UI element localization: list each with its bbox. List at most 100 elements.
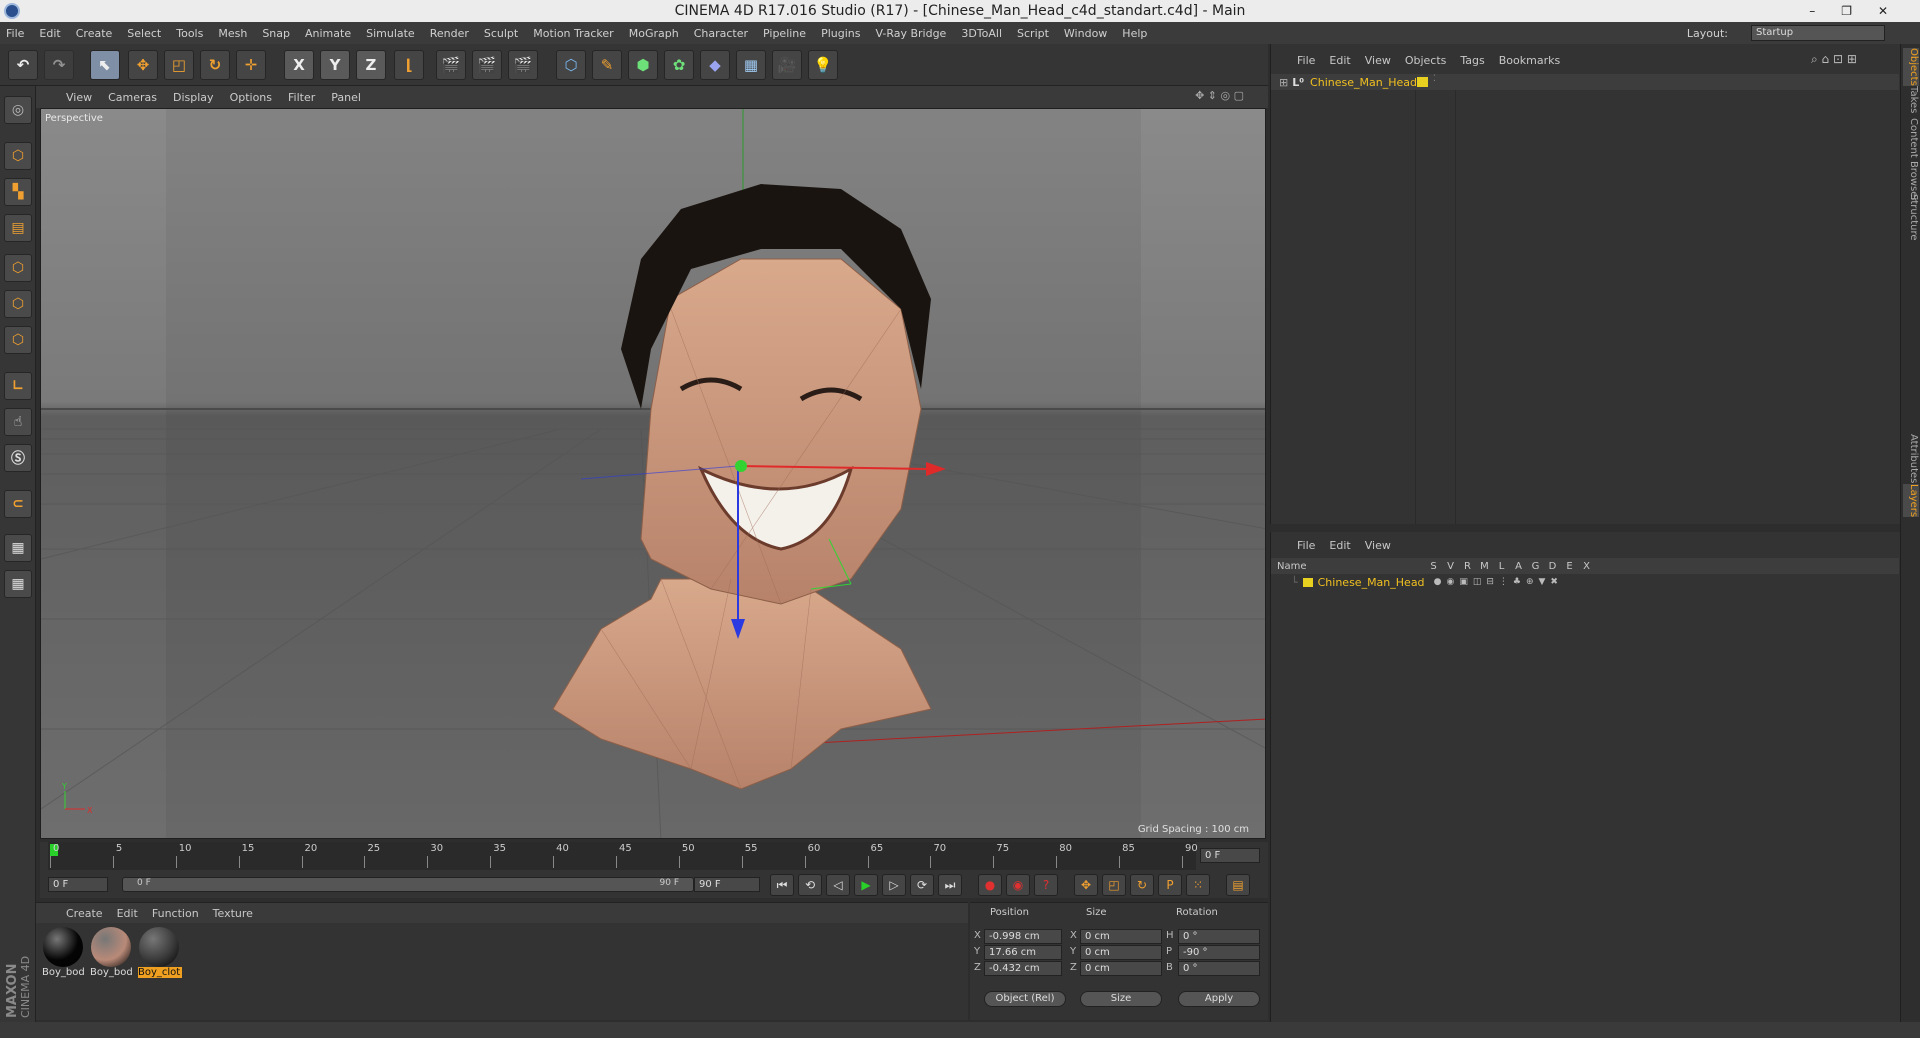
position-z-field[interactable]: -0.432 cm — [984, 961, 1062, 976]
make-editable-icon[interactable]: ◎ — [4, 96, 32, 124]
subdivision-surface-icon[interactable]: ⬢ — [628, 50, 658, 80]
pen-spline-icon[interactable]: ✎ — [592, 50, 622, 80]
layer-menu-file[interactable]: File — [1297, 539, 1315, 552]
tweak-mode-icon[interactable]: ☝ — [4, 408, 32, 436]
layer-row[interactable]: └ Chinese_Man_Head ●◉▣◫⊟⋮♣⊕▼✖ — [1271, 574, 1899, 590]
workplane-mode-icon[interactable]: ▤ — [4, 214, 32, 242]
material-menu-create[interactable]: Create — [66, 907, 103, 920]
object-menu-objects[interactable]: Objects — [1405, 54, 1447, 67]
object-row[interactable]: ⊞ L⁰ Chinese_Man_Head ⁚ — [1271, 74, 1899, 90]
timeline-window-icon[interactable]: ▤ — [1226, 874, 1250, 896]
undo-icon[interactable]: ↶ — [8, 50, 38, 80]
side-tab-content-browser[interactable]: Content Browser — [1903, 118, 1919, 201]
expand-icon[interactable]: ⊞ — [1279, 76, 1288, 89]
layout-dropdown[interactable]: Startup — [1751, 25, 1885, 41]
scale-tool-icon[interactable]: ◰ — [164, 50, 194, 80]
render-view-icon[interactable]: 🎬 — [436, 50, 466, 80]
coordinate-system-icon[interactable]: ⌊ — [394, 50, 424, 80]
object-menu-file[interactable]: File — [1297, 54, 1315, 67]
layer-column-a[interactable]: A — [1510, 561, 1527, 572]
object-menu-view[interactable]: View — [1365, 54, 1391, 67]
rotation-h-field[interactable]: 0 ° — [1178, 929, 1260, 944]
layer-flags[interactable]: ●◉▣◫⊟⋮♣⊕▼✖ — [1434, 577, 1563, 587]
layer-column-m[interactable]: M — [1476, 561, 1493, 572]
layer-column-g[interactable]: G — [1527, 561, 1544, 572]
viewport-menu-display[interactable]: Display — [173, 91, 214, 104]
camera-icon[interactable]: 🎥 — [772, 50, 802, 80]
menu-plugins[interactable]: Plugins — [821, 27, 860, 40]
record-icon[interactable]: ● — [978, 874, 1002, 896]
size-x-field[interactable]: 0 cm — [1080, 929, 1162, 944]
layer-column-v[interactable]: V — [1442, 561, 1459, 572]
menu-pipeline[interactable]: Pipeline — [763, 27, 806, 40]
y-axis-lock-button[interactable]: Y — [320, 50, 350, 80]
current-frame-field[interactable]: 0 F — [1200, 848, 1260, 863]
model-mode-icon[interactable]: ⬡ — [4, 142, 32, 170]
layer-column-d[interactable]: D — [1544, 561, 1561, 572]
snap-icon[interactable]: ⊂ — [4, 490, 32, 518]
menu-tools[interactable]: Tools — [176, 27, 203, 40]
material-menu-edit[interactable]: Edit — [117, 907, 138, 920]
step-forward-icon[interactable]: ▷ — [882, 874, 906, 896]
key-scale-icon[interactable]: ◰ — [1102, 874, 1126, 896]
visibility-dots-icon[interactable]: ⁚ — [1433, 74, 1436, 84]
size-z-field[interactable]: 0 cm — [1080, 961, 1162, 976]
live-selection-icon[interactable]: ⬉ — [90, 50, 120, 80]
step-back-icon[interactable]: ◁ — [826, 874, 850, 896]
side-tab-structure[interactable]: Structure — [1903, 194, 1919, 241]
apply-button[interactable]: Apply — [1178, 991, 1260, 1007]
size-mode-dropdown[interactable]: Size — [1080, 991, 1162, 1007]
floor-scene-icon[interactable]: ▦ — [736, 50, 766, 80]
end-frame-field[interactable]: 90 F — [694, 877, 760, 892]
viewport-menu-filter[interactable]: Filter — [288, 91, 315, 104]
menu-render[interactable]: Render — [430, 27, 469, 40]
window-controls[interactable]: –❐✕ — [1809, 0, 1914, 22]
render-to-picture-viewer-icon[interactable]: 🎬 — [472, 50, 502, 80]
points-mode-icon[interactable]: ⬡ — [4, 254, 32, 282]
frame-range-slider[interactable]: 0 F 90 F — [122, 877, 694, 892]
side-tab-takes[interactable]: Takes — [1903, 86, 1919, 113]
redo-icon[interactable]: ↷ — [44, 50, 74, 80]
object-menu-bookmarks[interactable]: Bookmarks — [1499, 54, 1560, 67]
layer-column-s[interactable]: S — [1425, 561, 1442, 572]
light-icon[interactable]: 💡 — [808, 50, 838, 80]
key-rotation-icon[interactable]: ↻ — [1130, 874, 1154, 896]
layer-column-name[interactable]: Name — [1277, 561, 1425, 572]
rotate-tool-icon[interactable]: ↻ — [200, 50, 230, 80]
autokey-icon[interactable]: ◉ — [1006, 874, 1030, 896]
menu-character[interactable]: Character — [694, 27, 748, 40]
key-pla-icon[interactable]: ⁙ — [1186, 874, 1210, 896]
rotation-b-field[interactable]: 0 ° — [1178, 961, 1260, 976]
rotation-p-field[interactable]: -90 ° — [1178, 945, 1260, 960]
material-menu-texture[interactable]: Texture — [213, 907, 253, 920]
x-axis-lock-button[interactable]: X — [284, 50, 314, 80]
menu-mesh[interactable]: Mesh — [218, 27, 247, 40]
z-axis-lock-button[interactable]: Z — [356, 50, 386, 80]
object-menu-edit[interactable]: Edit — [1329, 54, 1350, 67]
material-swatch[interactable]: Boy_bod — [90, 927, 133, 985]
edit-render-settings-icon[interactable]: 🎬 — [508, 50, 538, 80]
object-manager-tools[interactable]: ⌕ ⌂ ⊡ ⊞ — [1811, 52, 1857, 67]
menu-file[interactable]: File — [6, 27, 24, 40]
move-tool-icon[interactable]: ✥ — [128, 50, 158, 80]
viewport-nav-icons[interactable]: ✥ ⇕ ◎ ▢ — [1195, 89, 1244, 102]
cube-object-icon[interactable]: ⬡ — [556, 50, 586, 80]
layer-name[interactable]: Chinese_Man_Head — [1318, 576, 1434, 589]
layer-column-e[interactable]: E — [1561, 561, 1578, 572]
material-swatch[interactable]: Boy_bod — [42, 927, 85, 985]
side-tab-attributes[interactable]: Attributes — [1903, 434, 1919, 483]
next-key-icon[interactable]: ⟳ — [910, 874, 934, 896]
polygons-mode-icon[interactable]: ⬡ — [4, 326, 32, 354]
go-to-start-icon[interactable]: ⏮ — [770, 874, 794, 896]
size-y-field[interactable]: 0 cm — [1080, 945, 1162, 960]
material-menu-function[interactable]: Function — [152, 907, 199, 920]
workplane-lock-icon[interactable]: ▦ — [4, 534, 32, 562]
menu-select[interactable]: Select — [127, 27, 161, 40]
viewport-menu-panel[interactable]: Panel — [331, 91, 361, 104]
axis-mode-icon[interactable]: ∟ — [4, 372, 32, 400]
layer-column-r[interactable]: R — [1459, 561, 1476, 572]
object-menu-tags[interactable]: Tags — [1460, 54, 1484, 67]
menu-edit[interactable]: Edit — [39, 27, 60, 40]
viewport-menu-cameras[interactable]: Cameras — [108, 91, 157, 104]
layer-column-x[interactable]: X — [1578, 561, 1595, 572]
